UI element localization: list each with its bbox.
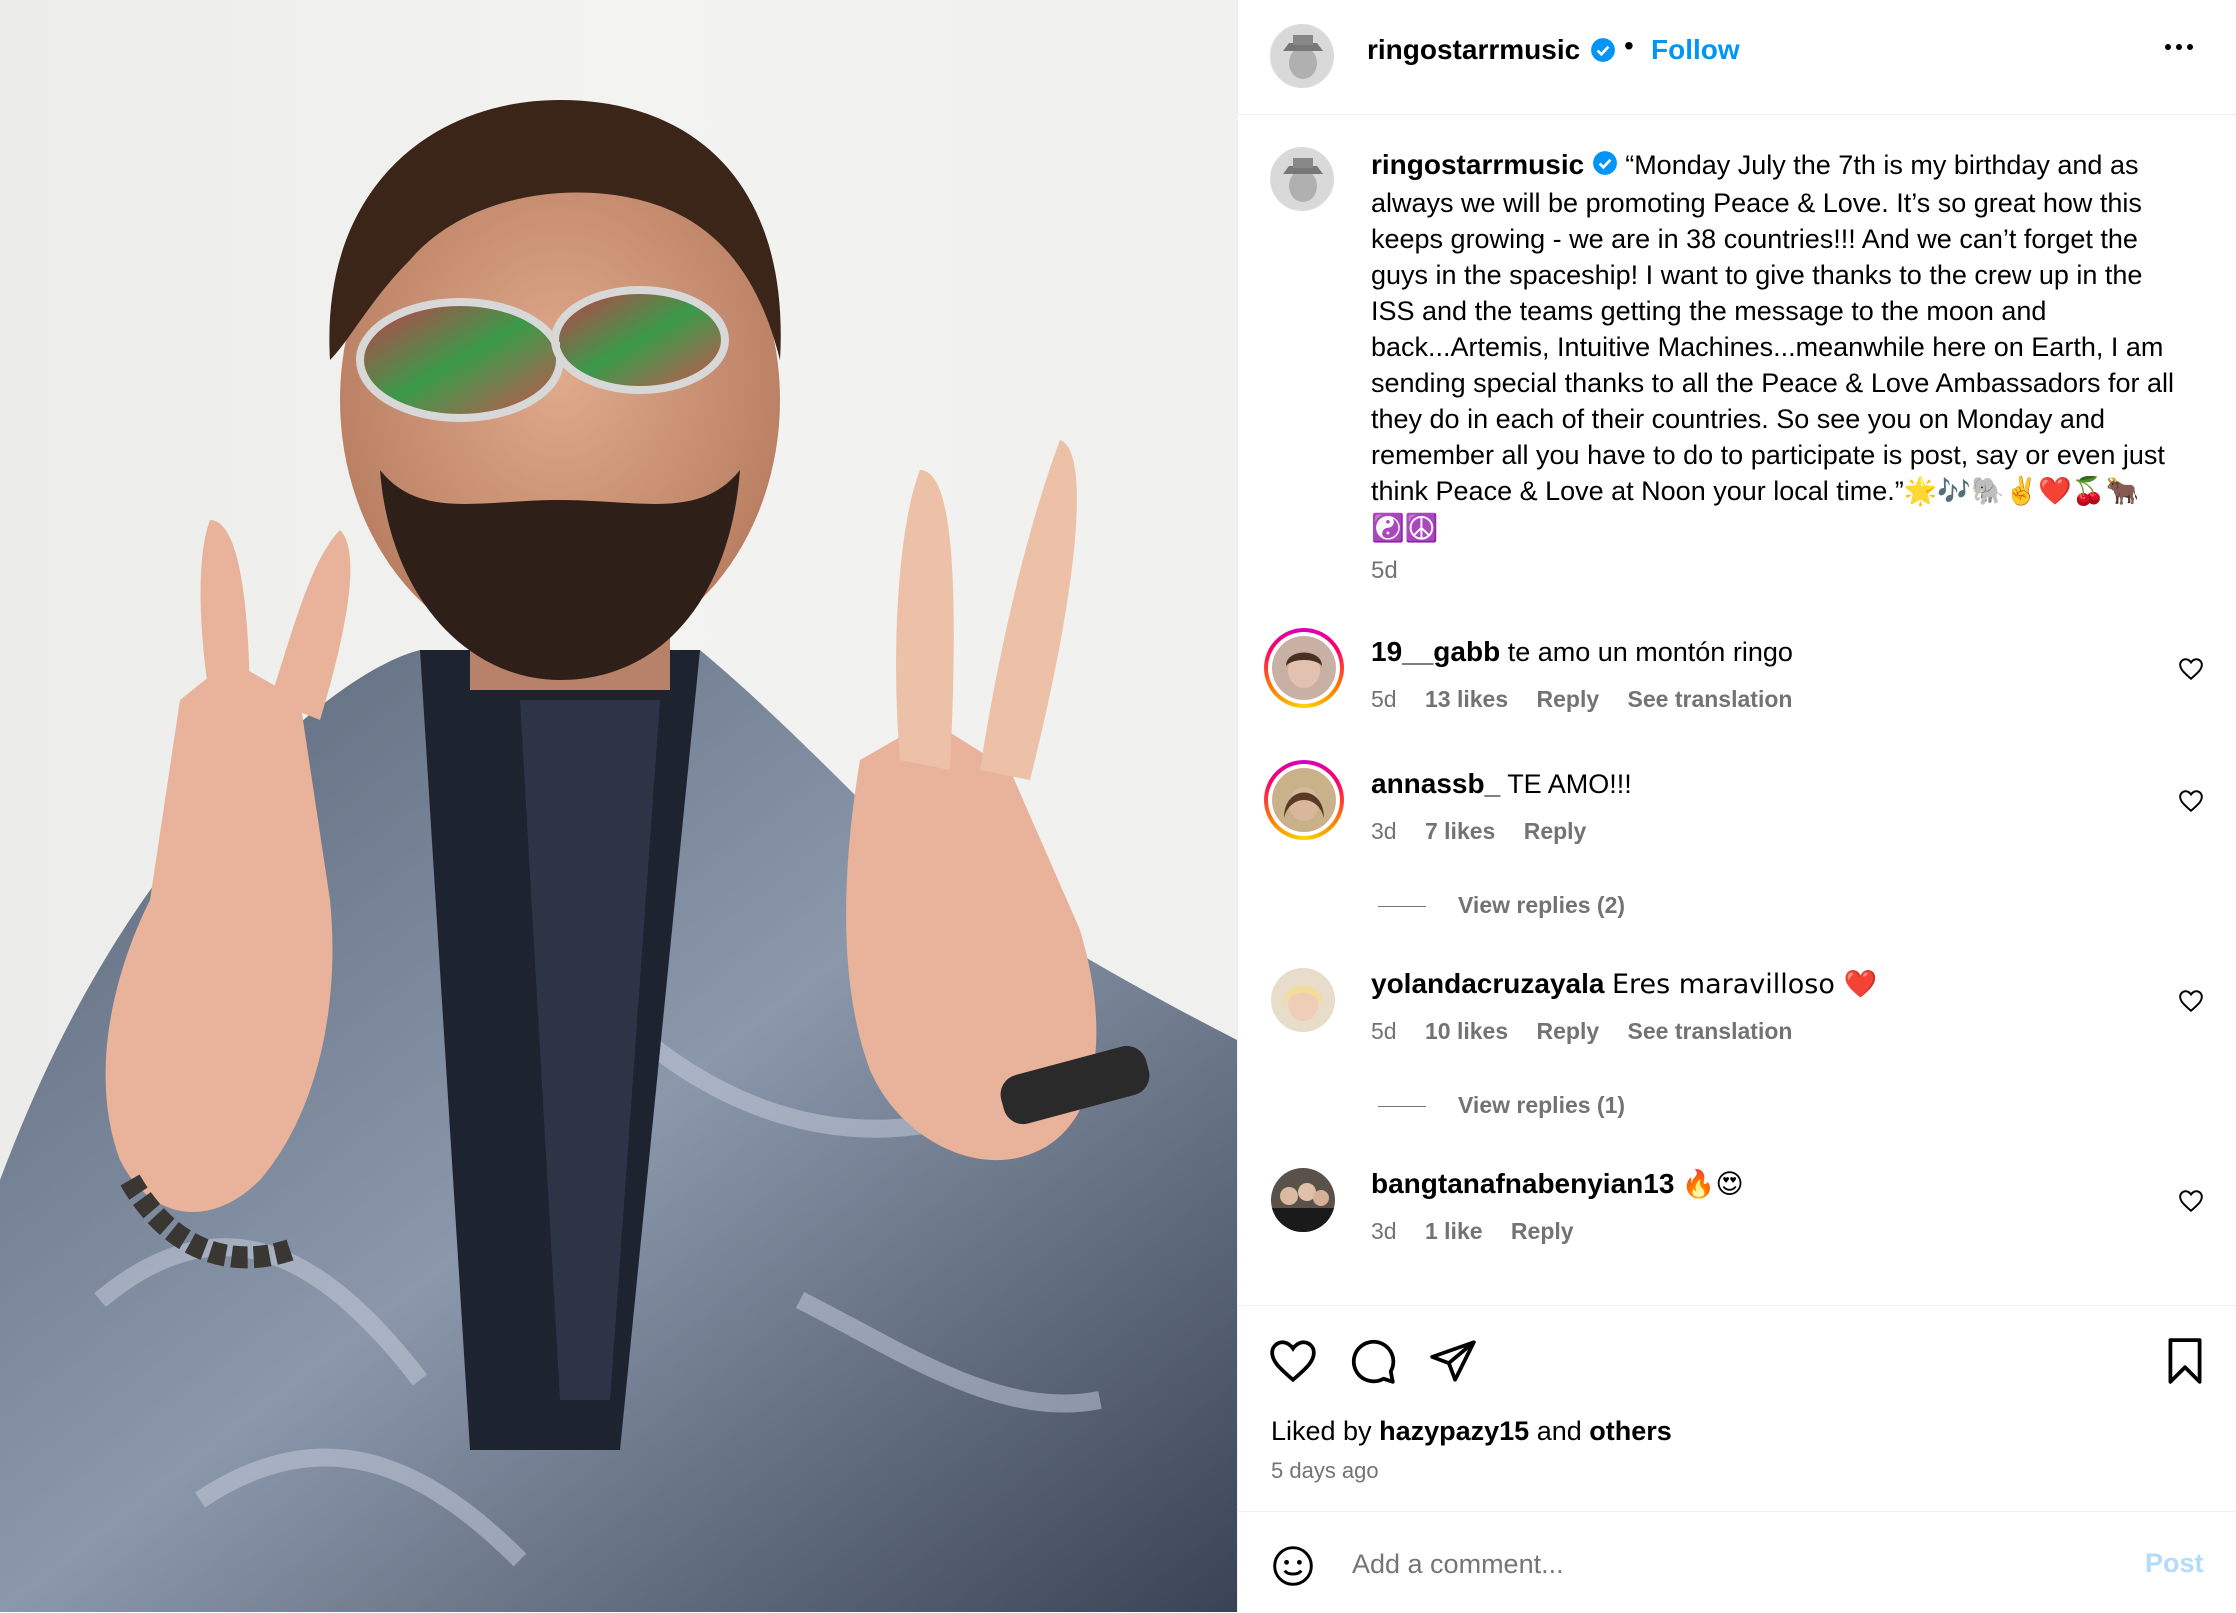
comment-item: bangtanafnabenyian13 🔥😍 3d 1 like Reply	[1238, 1160, 2236, 1280]
comment-time: 5d	[1371, 686, 1397, 712]
caption-username[interactable]: ringostarrmusic	[1371, 149, 1584, 180]
commenter-avatar	[1272, 768, 1336, 832]
comment-likes[interactable]: 7 likes	[1425, 818, 1495, 844]
comment-item: annassb_ TE AMO!!! 3d 7 likes Reply	[1238, 760, 2236, 880]
save-icon[interactable]	[2160, 1336, 2210, 1391]
comment-heart-icon[interactable]	[2178, 988, 2204, 1019]
like-heart-icon[interactable]	[1268, 1336, 1318, 1391]
post-photo[interactable]	[0, 0, 1237, 1612]
view-replies-label: View replies (1)	[1458, 1092, 1626, 1118]
post-comment-button[interactable]: Post	[2145, 1548, 2204, 1579]
post-header: ringostarrmusic • Follow	[1238, 0, 2236, 115]
comment-username[interactable]: yolandacruzayala	[1371, 968, 1604, 999]
story-ring[interactable]	[1264, 760, 1344, 840]
comment-item: 19__gabb te amo un montón ringo 5d 13 li…	[1238, 628, 2236, 748]
author-avatar[interactable]	[1270, 24, 1334, 88]
view-replies-label: View replies (2)	[1458, 892, 1626, 918]
verified-badge-icon	[1592, 149, 1618, 185]
comment-username[interactable]: 19__gabb	[1371, 636, 1500, 667]
comment-username[interactable]: annassb_	[1371, 768, 1500, 799]
share-icon[interactable]	[1428, 1336, 1478, 1391]
see-translation-button[interactable]: See translation	[1628, 1018, 1793, 1044]
verified-badge-icon	[1590, 37, 1616, 68]
caption-avatar-image	[1271, 148, 1333, 210]
post-date: 5 days ago	[1271, 1458, 1379, 1483]
add-comment-input[interactable]	[1350, 1548, 2054, 1581]
post-caption: ringostarrmusic “Monday July the 7th is …	[1371, 147, 2191, 547]
comment-time: 3d	[1371, 818, 1397, 844]
liked-by-prefix: Liked by	[1271, 1416, 1372, 1446]
comment-text: TE AMO!!!	[1507, 769, 1632, 799]
caption-author-avatar[interactable]	[1270, 147, 1334, 211]
commenter-avatar	[1272, 636, 1336, 700]
comment-likes[interactable]: 1 like	[1425, 1218, 1483, 1244]
comment-time: 5d	[1371, 1018, 1397, 1044]
reply-button[interactable]: Reply	[1511, 1218, 1574, 1244]
author-avatar-image	[1271, 25, 1333, 87]
reply-button[interactable]: Reply	[1537, 1018, 1600, 1044]
see-translation-button[interactable]: See translation	[1628, 686, 1793, 712]
comment-text: Eres maravilloso ❤️	[1611, 969, 1878, 1000]
commenter-avatar[interactable]	[1271, 968, 1335, 1032]
liked-by-others[interactable]: others	[1589, 1416, 1672, 1446]
caption-text: “Monday July the 7th is my birthday and …	[1371, 150, 2174, 506]
commenter-avatar[interactable]	[1271, 1168, 1335, 1232]
replies-divider	[1378, 1106, 1426, 1108]
post-actions: Liked by hazypazy15 and others 5 days ag…	[1238, 1305, 2236, 1511]
comment-time: 3d	[1371, 1218, 1397, 1244]
comment-text: te amo un montón ringo	[1507, 637, 1793, 667]
header-separator: •	[1624, 30, 1634, 61]
liked-by-and: and	[1536, 1416, 1582, 1446]
comment-likes[interactable]: 10 likes	[1425, 1018, 1508, 1044]
comment-heart-icon[interactable]	[2178, 656, 2204, 687]
comment-heart-icon[interactable]	[2178, 788, 2204, 819]
more-options-icon[interactable]	[2162, 30, 2196, 73]
replies-divider	[1378, 906, 1426, 908]
comment-item: yolandacruzayala Eres maravilloso ❤️ 5d …	[1238, 960, 2236, 1080]
post-sidebar: ringostarrmusic • Follow ringostarrmusic	[1237, 0, 2236, 1612]
comment-text: 🔥😍	[1681, 1169, 1744, 1200]
reply-button[interactable]: Reply	[1537, 686, 1600, 712]
view-replies-button[interactable]: View replies (2)	[1378, 892, 1625, 919]
post-viewer: ringostarrmusic • Follow ringostarrmusic	[0, 0, 2236, 1612]
comment-icon[interactable]	[1348, 1336, 1398, 1391]
emoji-icon[interactable]	[1271, 1544, 1315, 1593]
caption-time: 5d	[1371, 557, 1398, 584]
post-photo-illustration	[0, 100, 1237, 1612]
liked-by: Liked by hazypazy15 and others	[1271, 1416, 1672, 1447]
comment-username[interactable]: bangtanafnabenyian13	[1371, 1168, 1674, 1199]
liked-by-user[interactable]: hazypazy15	[1379, 1416, 1529, 1446]
story-ring[interactable]	[1264, 628, 1344, 708]
comment-heart-icon[interactable]	[2178, 1188, 2204, 1219]
comments-scroll-area[interactable]: ringostarrmusic “Monday July the 7th is …	[1238, 115, 2236, 1305]
author-username[interactable]: ringostarrmusic	[1367, 34, 1580, 66]
view-replies-button[interactable]: View replies (1)	[1378, 1092, 1625, 1119]
reply-button[interactable]: Reply	[1524, 818, 1587, 844]
add-comment-bar: Post	[1238, 1511, 2236, 1613]
follow-button[interactable]: Follow	[1651, 34, 1740, 66]
comment-likes[interactable]: 13 likes	[1425, 686, 1508, 712]
